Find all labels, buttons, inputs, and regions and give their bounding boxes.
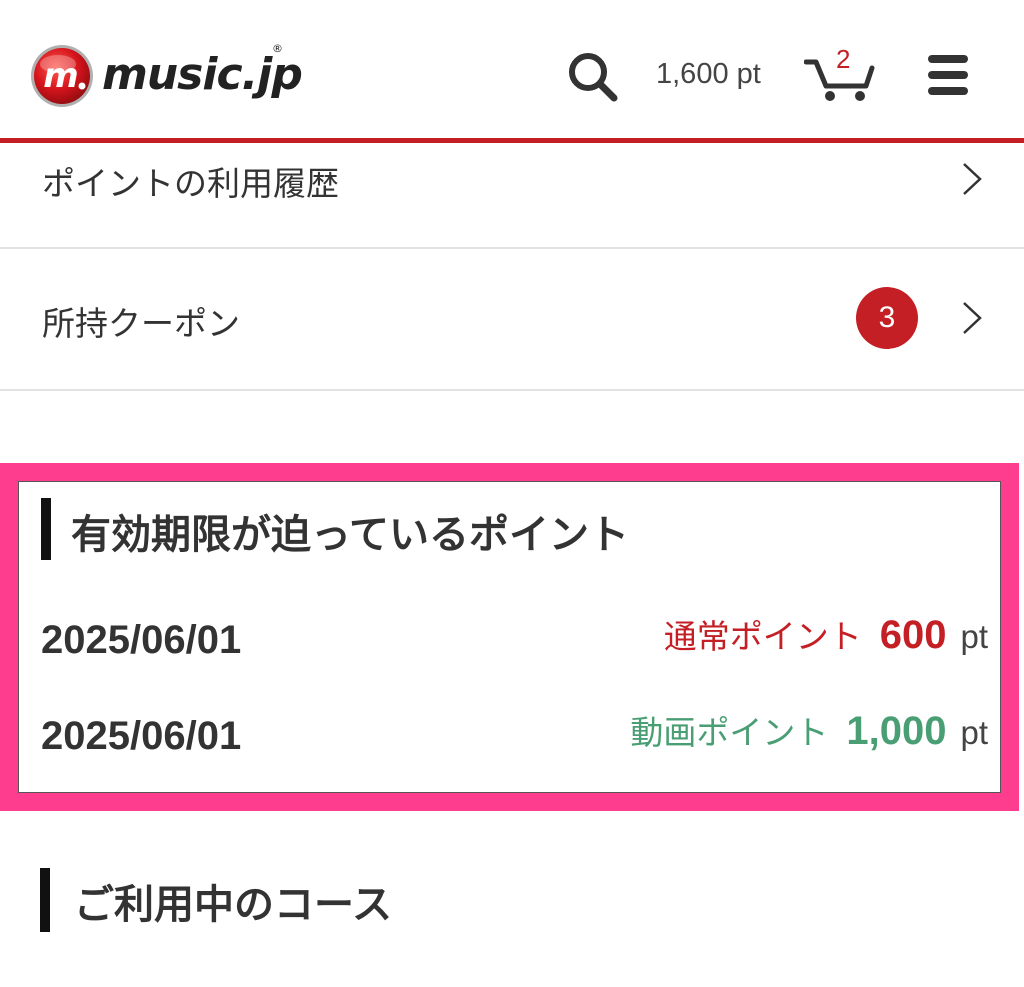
point-type: 通常ポイント — [663, 617, 862, 656]
section-title-bar — [40, 868, 50, 932]
logo-text: music.jp — [102, 48, 303, 100]
coupon-count-badge: 3 — [856, 287, 918, 349]
expiring-point-row: 2025/06/01 通常ポイント 600 pt — [19, 610, 1002, 670]
site-logo[interactable]: m music.jp — [30, 44, 303, 108]
courses-title: ご利用中のコース — [74, 882, 392, 928]
registered-mark: ® — [272, 42, 283, 55]
menu-row-label: ポイントの利用履歴 — [42, 164, 339, 203]
menu-row-point-history[interactable]: ポイントの利用履歴 — [0, 143, 1024, 249]
chevron-right-icon — [963, 163, 982, 195]
expiring-point-row: 2025/06/01 動画ポイント 1,000 pt — [19, 706, 1002, 766]
expiring-points-section: 有効期限が迫っているポイント 2025/06/01 通常ポイント 600 pt … — [0, 463, 1019, 811]
expiry-date: 2025/06/01 — [41, 618, 242, 662]
point-balance[interactable]: 1,600 pt — [656, 58, 761, 91]
point-value: 1,000 — [846, 709, 947, 753]
hamburger-menu-icon[interactable] — [926, 52, 970, 98]
point-amount: 動画ポイント 1,000 pt — [630, 706, 988, 754]
menu-row-label: 所持クーポン — [42, 304, 240, 343]
expiring-points-panel: 有効期限が迫っているポイント 2025/06/01 通常ポイント 600 pt … — [18, 481, 1001, 793]
expiry-date: 2025/06/01 — [41, 714, 242, 758]
site-header: m music.jp ® 1,600 pt 2 — [0, 0, 1024, 140]
menu-row-coupons[interactable]: 所持クーポン 3 — [0, 249, 1024, 391]
section-title-bar — [41, 498, 51, 560]
point-unit: pt — [960, 618, 988, 655]
point-type: 動画ポイント — [630, 713, 829, 752]
logo-mark-icon: m — [31, 45, 93, 107]
svg-text:m: m — [43, 56, 78, 96]
cart-count: 2 — [836, 44, 851, 74]
search-icon[interactable] — [564, 48, 620, 104]
expiring-points-title: 有効期限が迫っているポイント — [71, 512, 629, 558]
point-value: 600 — [879, 613, 947, 657]
chevron-right-icon — [963, 302, 982, 334]
point-unit: pt — [960, 714, 988, 751]
point-amount: 通常ポイント 600 pt — [664, 610, 988, 658]
